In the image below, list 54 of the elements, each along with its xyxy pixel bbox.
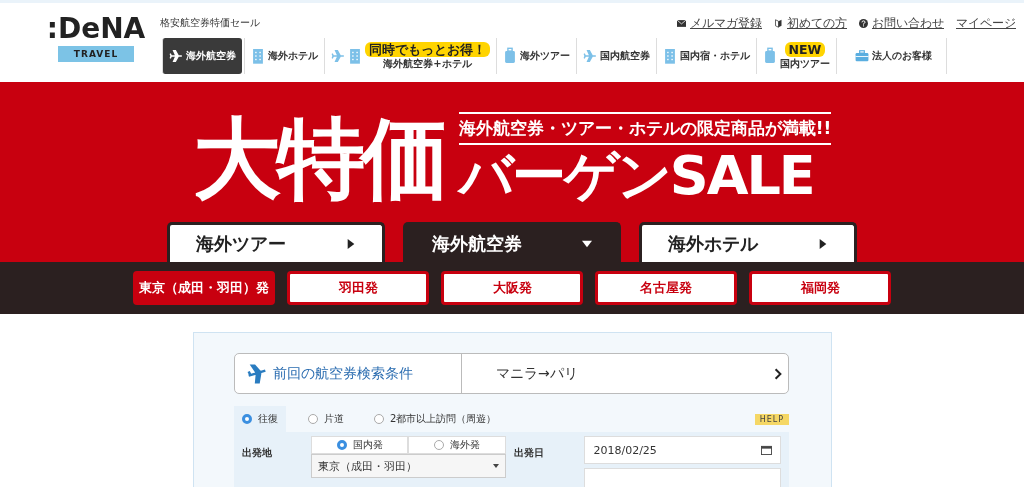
field-label: 出発日 [513, 446, 545, 460]
origin-button[interactable]: 名古屋発 [595, 271, 737, 305]
top-link[interactable]: マイページ [956, 15, 1016, 31]
nav-tab[interactable]: 国内航空券 [576, 38, 656, 74]
building-icon [663, 47, 677, 65]
field-label: 出発地 [242, 446, 273, 460]
departure-option-radio[interactable]: 海外発 [408, 436, 506, 454]
nav-tab[interactable]: 同時でもっとお得！ 海外航空券+ホテル [324, 38, 496, 74]
nav-badge: 同時でもっとお得！ [365, 41, 490, 57]
caret-right-icon [818, 238, 828, 249]
building-icon [251, 47, 265, 65]
caret-down-icon [582, 238, 592, 249]
suitcase-icon [763, 47, 777, 65]
nav-tab[interactable]: 海外ホテル [244, 38, 324, 74]
trip-type-radio[interactable]: 片道 [300, 406, 352, 432]
banner-headline: 大特価 [192, 105, 445, 212]
nav-badge: NEW [784, 41, 826, 57]
plane-icon [331, 47, 345, 65]
departure-select[interactable]: 東京（成田・羽田） [310, 454, 506, 478]
nav-tab[interactable]: 海外ツアー [496, 38, 576, 74]
previous-search-button[interactable]: 前回の航空券検索条件 マニラ→パリ [234, 353, 789, 394]
origin-button[interactable]: 東京（成田・羽田）発 [133, 271, 275, 305]
plane-icon [247, 363, 267, 384]
departure-option-radio[interactable]: 国内発 [310, 436, 409, 454]
envelope-icon [677, 18, 686, 28]
trip-type-radio[interactable]: 2都市以上訪問（周遊） [366, 406, 505, 432]
banner-subheading: 海外航空券・ツアー・ホテルの限定商品が満載!! [458, 111, 832, 145]
origin-button[interactable]: 福岡発 [749, 271, 891, 305]
banner-title: バーゲンSALE [458, 144, 814, 207]
building-icon [348, 47, 362, 65]
caret-right-icon [346, 238, 356, 249]
origin-button[interactable]: 羽田発 [287, 271, 429, 305]
suitcase-icon [503, 47, 517, 65]
plane-icon [169, 47, 183, 65]
nav-tab[interactable]: 海外航空券 [162, 38, 242, 74]
trip-type-radio[interactable]: 往復 [234, 406, 286, 432]
top-link[interactable]: 初めての方 [774, 15, 847, 31]
product-tab[interactable]: 海外航空券 [403, 222, 621, 262]
chevron-right-icon [774, 367, 782, 380]
help-badge[interactable]: HELP [754, 413, 789, 425]
top-link[interactable]: メルマガ登録 [677, 15, 762, 31]
nav-tab[interactable]: 法人のお客様 [836, 38, 947, 74]
product-tab[interactable]: 海外ツアー [167, 222, 385, 262]
leaf-mark-icon [774, 18, 783, 28]
dena-travel-logo[interactable]: :DeNA TRAVEL [46, 12, 146, 72]
date-field[interactable]: 2018/02/25 [584, 436, 781, 464]
tagline: 格安航空券特価セール [160, 16, 260, 30]
nav-tab[interactable]: NEW 国内ツアー [756, 38, 836, 74]
product-tab[interactable]: 海外ホテル [639, 222, 857, 262]
help-icon [859, 18, 868, 28]
plane-icon [583, 47, 597, 65]
origin-button[interactable]: 大阪発 [441, 271, 583, 305]
calendar-icon [761, 445, 772, 455]
nav-tab[interactable]: 国内宿・ホテル [656, 38, 756, 74]
